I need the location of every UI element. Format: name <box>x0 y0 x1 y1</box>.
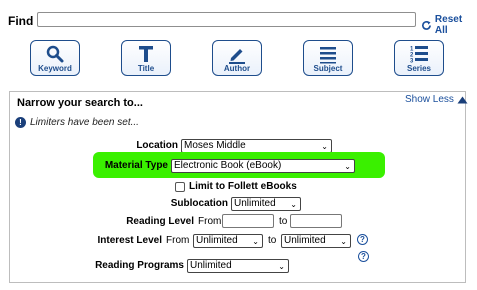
show-less-link[interactable]: Show Less <box>405 94 468 105</box>
sublocation-value: Unlimited <box>234 198 276 209</box>
interest-from-label: From <box>166 235 190 246</box>
title-search-button[interactable]: Title <box>121 40 171 76</box>
location-select[interactable]: Moses Middle ⌄ <box>181 139 332 153</box>
reading-programs-label: Reading Programs <box>95 260 184 271</box>
list-icon <box>304 44 352 64</box>
reading-level-from-input[interactable] <box>222 214 274 228</box>
limiters-message: Limiters have been set... <box>30 117 139 128</box>
sublocation-select[interactable]: Unlimited ⌄ <box>231 197 301 211</box>
limiters-notice: ! Limiters have been set... <box>15 117 139 128</box>
keyword-label: Keyword <box>38 64 72 73</box>
show-less-label: Show Less <box>405 94 454 105</box>
interest-help-icon[interactable]: ? <box>357 234 368 245</box>
reading-programs-help-icon[interactable]: ? <box>358 251 369 262</box>
follett-checkbox[interactable] <box>175 182 185 192</box>
title-label: Title <box>137 64 155 73</box>
author-label: Author <box>223 64 251 73</box>
reset-all-label: Reset All <box>434 14 463 36</box>
narrow-title: Narrow your search to... <box>17 97 143 109</box>
title-t-icon <box>122 44 170 64</box>
sublocation-label: Sublocation <box>170 198 228 209</box>
find-input[interactable] <box>37 12 416 27</box>
follett-label: Limit to Follett eBooks <box>189 181 297 192</box>
interest-level-label: Interest Level <box>97 235 162 246</box>
reading-programs-select[interactable]: Unlimited ⌄ <box>187 259 289 273</box>
interest-to-value: Unlimited <box>284 235 326 246</box>
location-value: Moses Middle <box>184 140 246 151</box>
chevron-down-icon: ⌄ <box>278 262 285 271</box>
reading-from-label: From <box>198 216 222 227</box>
subject-label: Subject <box>313 64 343 73</box>
refresh-icon <box>422 20 431 30</box>
series-search-button[interactable]: 123 Series <box>394 40 444 76</box>
search-icon <box>31 44 79 64</box>
material-type-label: Material Type <box>104 160 168 171</box>
interest-to-label: to <box>268 235 277 246</box>
chevron-down-icon: ⌄ <box>252 237 259 246</box>
chevron-down-icon: ⌄ <box>340 237 347 246</box>
reading-level-to-input[interactable] <box>290 214 342 228</box>
reading-programs-value: Unlimited <box>190 260 232 271</box>
chevron-down-icon: ⌄ <box>344 162 351 171</box>
interest-from-value: Unlimited <box>196 235 238 246</box>
interest-from-select[interactable]: Unlimited ⌄ <box>193 234 263 248</box>
numbered-list-icon: 123 <box>395 44 443 64</box>
keyword-search-button[interactable]: Keyword <box>30 40 80 76</box>
reset-all-link[interactable]: Reset All <box>421 14 477 36</box>
material-type-value: Electronic Book (eBook) <box>174 160 282 171</box>
author-search-button[interactable]: Author <box>212 40 262 76</box>
chevron-down-icon: ⌄ <box>290 200 297 209</box>
exclamation-icon: ! <box>15 117 26 128</box>
triangle-up-icon <box>457 96 468 103</box>
series-label: Series <box>406 64 432 73</box>
interest-to-select[interactable]: Unlimited ⌄ <box>281 234 351 248</box>
pencil-icon <box>213 44 261 64</box>
location-label: Location <box>136 140 178 151</box>
reading-to-label: to <box>279 216 288 227</box>
subject-search-button[interactable]: Subject <box>303 40 353 76</box>
find-label: Find <box>8 14 34 28</box>
reading-level-label: Reading Level <box>126 216 194 227</box>
material-type-select[interactable]: Electronic Book (eBook) ⌄ <box>171 159 355 173</box>
